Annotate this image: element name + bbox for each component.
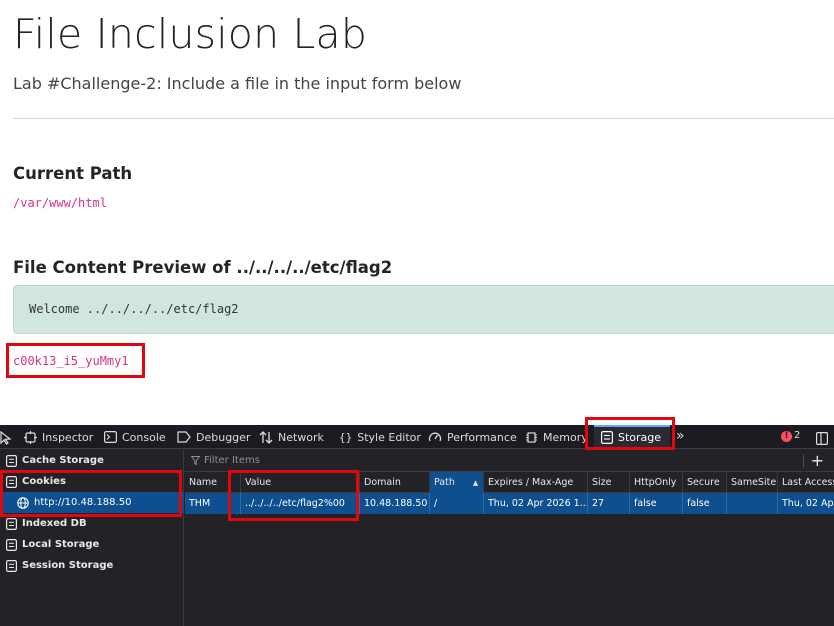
cookie-samesite-cell[interactable]	[727, 493, 778, 514]
column-header-samesite[interactable]: SameSite	[727, 472, 778, 493]
console-icon	[104, 431, 117, 443]
sidebar-item-label: Cookies	[22, 476, 66, 487]
cookie-secure-cell[interactable]: false	[683, 493, 727, 514]
tab-inspector[interactable]: Inspector	[24, 425, 93, 449]
sidebar-item-local-storage[interactable]: Local Storage	[0, 534, 184, 555]
column-header-httponly[interactable]: HttpOnly	[630, 472, 683, 493]
sidebar-item-session-storage[interactable]: Session Storage	[0, 555, 184, 576]
cookie-path-cell[interactable]: /	[430, 493, 484, 514]
style-editor-icon: {}	[339, 430, 353, 444]
toolbar-separator	[803, 454, 804, 468]
current-path-value: /var/www/html	[13, 196, 107, 210]
tab-style-editor-label: Style Editor	[357, 430, 421, 444]
tab-network[interactable]: Network	[259, 425, 324, 449]
tab-storage-label: Storage	[618, 430, 662, 444]
cookie-last-accessed-cell[interactable]: Thu, 02 Apr	[778, 493, 834, 514]
column-header-expires[interactable]: Expires / Max-Age	[484, 472, 588, 493]
element-picker-icon[interactable]	[0, 430, 12, 449]
dock-icon[interactable]	[816, 430, 829, 449]
tab-debugger-label: Debugger	[196, 430, 251, 444]
page-title: File Inclusion Lab	[13, 10, 368, 58]
cookies-table-panel: Filter Items + Name Value Domain Path ▲ …	[185, 450, 834, 626]
inspector-icon	[24, 430, 37, 444]
sidebar-item-cache-storage[interactable]: Cache Storage	[0, 450, 184, 471]
cookie-name-cell[interactable]: THM	[185, 493, 241, 514]
storage-icon	[6, 454, 17, 467]
devtools-panel: Inspector Console Debugger Network {} St…	[0, 425, 834, 626]
column-header-path[interactable]: Path ▲	[430, 472, 484, 493]
file-preview-heading: File Content Preview of ../../../../etc/…	[13, 258, 393, 277]
sidebar-item-cookies[interactable]: Cookies	[0, 471, 184, 492]
cookie-value-cell[interactable]: ../../../../etc/flag2%00	[241, 493, 360, 514]
network-icon	[259, 430, 273, 444]
more-tabs-icon[interactable]: »	[676, 428, 685, 444]
tab-memory[interactable]: Memory	[525, 425, 588, 449]
column-header-name[interactable]: Name	[185, 472, 241, 493]
debugger-icon	[177, 431, 191, 443]
cookie-expires-cell[interactable]: Thu, 02 Apr 2026 1...	[484, 493, 588, 514]
sidebar-item-label: Session Storage	[22, 560, 114, 571]
sidebar-item-label: http://10.48.188.50	[34, 497, 132, 508]
memory-icon	[526, 431, 537, 443]
storage-icon	[601, 430, 613, 444]
add-item-button[interactable]: +	[811, 451, 824, 471]
page-subtitle: Lab #Challenge-2: Include a file in the …	[13, 74, 462, 93]
storage-icon	[6, 517, 17, 530]
tab-style-editor[interactable]: {} Style Editor	[339, 425, 421, 449]
file-preview-box: Welcome ../../../../etc/flag2	[13, 285, 834, 334]
tab-network-label: Network	[278, 430, 324, 444]
sort-ascending-icon: ▲	[472, 478, 479, 487]
storage-sidebar: Cache Storage Cookies http://10.48.188.5…	[0, 450, 184, 626]
cookie-size-cell[interactable]: 27	[588, 493, 630, 514]
sidebar-item-indexed-db[interactable]: Indexed DB	[0, 513, 184, 534]
cookie-domain-cell[interactable]: 10.48.188.50	[360, 493, 430, 514]
tab-performance-label: Performance	[447, 430, 517, 444]
globe-icon	[17, 496, 29, 509]
tab-console[interactable]: Console	[104, 425, 166, 449]
column-header-value[interactable]: Value	[241, 472, 360, 493]
storage-icon	[6, 475, 17, 488]
filter-bar[interactable]: Filter Items +	[185, 450, 834, 472]
tab-debugger[interactable]: Debugger	[177, 425, 250, 449]
error-icon[interactable]: !	[781, 431, 792, 442]
column-header-last-accessed[interactable]: Last Accessed	[778, 472, 834, 493]
devtools-toolbar: Inspector Console Debugger Network {} St…	[0, 425, 834, 449]
sidebar-item-label: Cache Storage	[22, 455, 104, 466]
divider	[13, 118, 834, 119]
current-path-heading: Current Path	[13, 164, 133, 183]
column-header-size[interactable]: Size	[588, 472, 630, 493]
tab-performance[interactable]: Performance	[428, 425, 517, 449]
table-header: Name Value Domain Path ▲ Expires / Max-A…	[185, 472, 834, 493]
filter-icon	[191, 456, 200, 465]
tab-console-label: Console	[122, 430, 166, 444]
file-preview-content: Welcome ../../../../etc/flag2	[29, 302, 239, 316]
flag-value: c00k13_i5_yuMmy1	[13, 354, 129, 368]
error-count[interactable]: 2	[794, 430, 800, 441]
sidebar-item-label: Local Storage	[22, 539, 100, 550]
storage-icon	[6, 538, 17, 551]
column-header-domain[interactable]: Domain	[360, 472, 430, 493]
performance-icon	[428, 432, 442, 442]
storage-icon	[6, 559, 17, 572]
table-row[interactable]: THM ../../../../etc/flag2%00 10.48.188.5…	[185, 493, 834, 514]
column-header-secure[interactable]: Secure	[683, 472, 727, 493]
sidebar-item-host[interactable]: http://10.48.188.50	[0, 492, 184, 513]
tab-inspector-label: Inspector	[42, 430, 94, 444]
tab-storage[interactable]: Storage	[594, 425, 670, 449]
cookie-httponly-cell[interactable]: false	[630, 493, 683, 514]
filter-input[interactable]: Filter Items	[204, 455, 260, 466]
tab-memory-label: Memory	[543, 430, 588, 444]
sidebar-item-label: Indexed DB	[22, 518, 87, 529]
column-header-label: Path	[434, 477, 455, 488]
